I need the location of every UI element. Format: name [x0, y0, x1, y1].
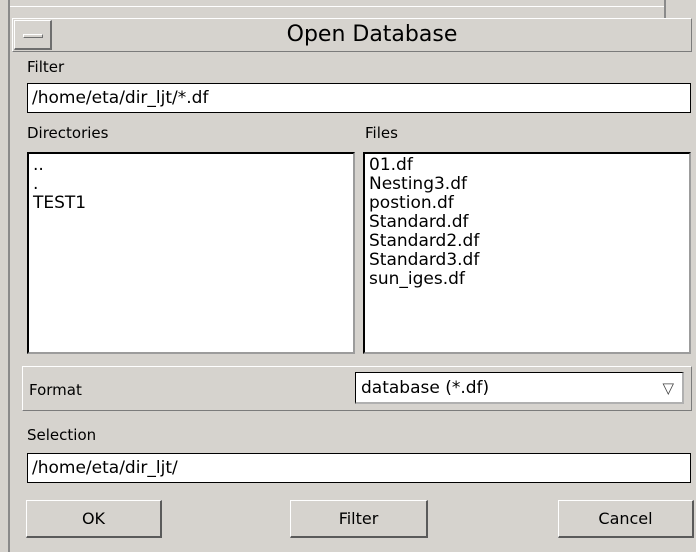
window-right-edge [664, 0, 666, 18]
selection-input[interactable]: /home/eta/dir_ljt/ [27, 453, 691, 483]
files-label: Files [365, 124, 398, 142]
selection-label: Selection [27, 426, 97, 444]
window-top-edge [10, 6, 664, 7]
list-item[interactable]: Standard2.df [369, 232, 685, 251]
list-item[interactable]: Nesting3.df [369, 175, 685, 194]
list-item[interactable]: 01.df [369, 156, 685, 175]
directories-label: Directories [27, 124, 109, 142]
list-item[interactable]: Standard.df [369, 213, 685, 232]
directories-list[interactable]: .. . TEST1 [27, 152, 355, 354]
list-item[interactable]: sun_iges.df [369, 270, 685, 289]
ok-button[interactable]: OK [26, 500, 162, 538]
window-menu-icon [23, 34, 43, 38]
list-item[interactable]: Standard3.df [369, 251, 685, 270]
list-item[interactable]: . [33, 175, 349, 194]
format-dropdown[interactable]: database (*.df) ▽ [355, 372, 684, 404]
filter-button[interactable]: Filter [290, 500, 428, 538]
window-title: Open Database [286, 22, 458, 47]
open-database-dialog: Open Database Filter /home/eta/dir_ljt/*… [0, 0, 696, 552]
filter-label: Filter [27, 58, 65, 76]
format-selected-value: database (*.df) [361, 378, 490, 398]
cancel-button[interactable]: Cancel [558, 500, 694, 538]
dropdown-arrow-icon: ▽ [662, 379, 674, 397]
list-item[interactable]: .. [33, 156, 349, 175]
list-item[interactable]: TEST1 [33, 194, 349, 213]
files-list[interactable]: 01.df Nesting3.df postion.df Standard.df… [363, 152, 691, 354]
list-item[interactable]: postion.df [369, 194, 685, 213]
window-left-edge [8, 0, 10, 552]
filter-input[interactable]: /home/eta/dir_ljt/*.df [27, 83, 691, 113]
format-label: Format [29, 381, 82, 399]
window-menu-button[interactable] [14, 20, 52, 50]
